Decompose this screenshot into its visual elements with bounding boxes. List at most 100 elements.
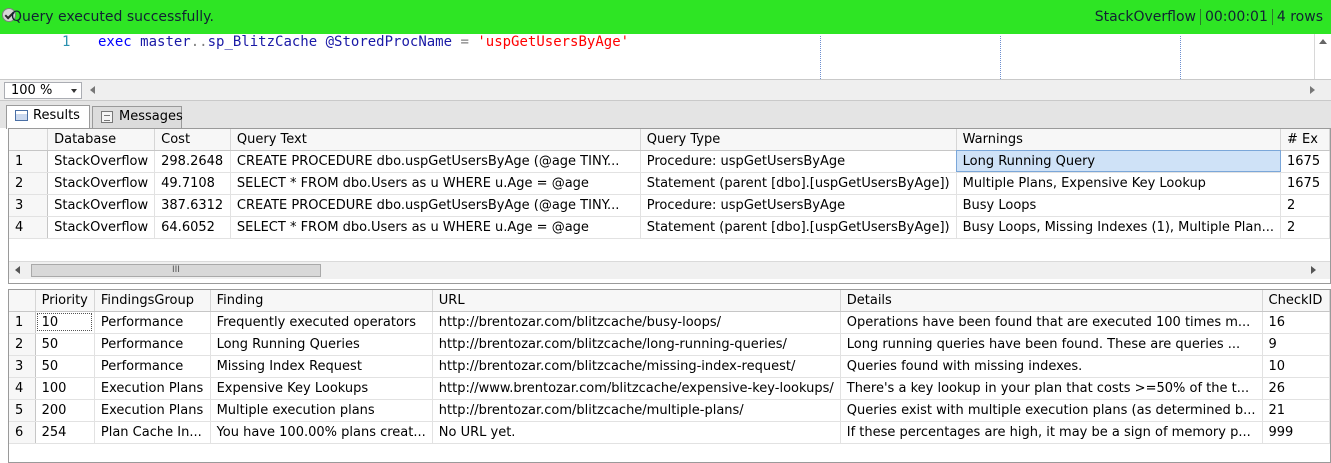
table-cell[interactable]: 49.7108 <box>154 172 231 195</box>
table-cell[interactable]: Operations have been found that are exec… <box>840 311 1263 334</box>
table-cell[interactable]: 16 <box>1262 311 1330 334</box>
table-cell[interactable]: Expensive Key Lookups <box>210 377 433 400</box>
table-cell[interactable]: If these percentages are high, it may be… <box>840 421 1263 444</box>
zoom-select[interactable]: 100 % <box>4 82 82 99</box>
table-cell[interactable]: StackOverflow <box>47 150 156 173</box>
row-number-header[interactable] <box>9 290 36 312</box>
table-cell[interactable]: http://brentozar.com/blitzcache/missing-… <box>432 355 841 378</box>
table-cell[interactable]: Busy Loops, Missing Indexes (1), Multipl… <box>956 216 1282 239</box>
table-cell[interactable]: Busy Loops <box>956 194 1282 217</box>
table-cell[interactable]: Missing Index Request <box>210 355 433 378</box>
row-number[interactable]: 2 <box>9 172 49 195</box>
table-cell[interactable]: Execution Plans <box>94 399 211 422</box>
table-row[interactable]: 5 200 Execution Plans Multiple execution pl… <box>9 399 1330 422</box>
scroll-left-icon[interactable] <box>15 266 20 274</box>
table-cell[interactable]: StackOverflow <box>47 194 156 217</box>
column-header[interactable]: Finding <box>210 290 433 312</box>
table-cell[interactable]: Long running queries have been found. Th… <box>840 333 1263 356</box>
table-cell[interactable]: http://brentozar.com/blitzcache/multiple… <box>432 399 841 422</box>
table-cell[interactable]: Multiple Plans, Expensive Key Lookup <box>956 172 1282 195</box>
table-cell[interactable]: 298.2648 <box>154 150 231 173</box>
table-cell[interactable]: You have 100.00% plans creat... <box>210 421 433 444</box>
table-cell[interactable]: 999 <box>1262 421 1330 444</box>
table-cell[interactable]: 1675 <box>1280 172 1330 195</box>
row-number[interactable]: 1 <box>9 311 36 334</box>
table-row[interactable]: 1 StackOverflow 298.2648 CREATE PROCEDURE d… <box>9 150 1330 173</box>
table-cell[interactable]: http://www.brentozar.com/blitzcache/expe… <box>432 377 841 400</box>
column-header[interactable]: Database <box>47 129 156 151</box>
table-cell[interactable]: Procedure: uspGetUsersByAge <box>640 194 957 217</box>
row-number[interactable]: 3 <box>9 355 36 378</box>
table-cell[interactable]: 64.6052 <box>154 216 231 239</box>
row-number[interactable]: 2 <box>9 333 36 356</box>
table-row[interactable]: 1 10 Performance Frequently executed operat… <box>9 311 1330 334</box>
horizontal-scrollbar[interactable]: III <box>9 261 1330 279</box>
table-cell[interactable]: Execution Plans <box>94 377 211 400</box>
table-row[interactable]: 3 50 Performance Missing Index Request http:… <box>9 355 1330 378</box>
tab-results[interactable]: Results <box>6 105 90 129</box>
column-header[interactable]: CheckID <box>1262 290 1330 312</box>
table-cell[interactable]: http://brentozar.com/blitzcache/long-run… <box>432 333 841 356</box>
table-cell[interactable]: 50 <box>35 355 95 378</box>
code-line[interactable]: exec master..sp_BlitzCache @StoredProcNa… <box>98 34 629 50</box>
scroll-up-icon[interactable] <box>1319 39 1327 44</box>
column-header[interactable]: Warnings <box>956 129 1282 151</box>
table-cell[interactable]: StackOverflow <box>47 216 156 239</box>
table-row[interactable]: 4 100 Execution Plans Expensive Key Lookups… <box>9 377 1330 400</box>
table-cell[interactable]: Long Running Queries <box>210 333 433 356</box>
scroll-right-icon[interactable] <box>1310 86 1315 94</box>
scroll-left-icon[interactable] <box>90 86 95 94</box>
column-header[interactable]: Query Text <box>230 129 641 151</box>
table-cell[interactable]: Performance <box>94 333 211 356</box>
editor-vertical-scrollbar[interactable] <box>1314 34 1331 79</box>
table-row[interactable]: 3 StackOverflow 387.6312 CREATE PROCEDURE d… <box>9 194 1330 217</box>
table-row[interactable]: 4 StackOverflow 64.6052 SELECT * FROM dbo.U… <box>9 216 1330 239</box>
column-header[interactable]: Query Type <box>640 129 957 151</box>
table-cell[interactable]: No URL yet. <box>432 421 841 444</box>
table-cell[interactable]: StackOverflow <box>47 172 156 195</box>
row-number[interactable]: 5 <box>9 399 36 422</box>
row-number[interactable]: 3 <box>9 194 49 217</box>
table-cell[interactable]: 2 <box>1280 194 1330 217</box>
table-cell[interactable]: 254 <box>35 421 95 444</box>
chevron-down-icon[interactable] <box>71 89 77 93</box>
table-cell[interactable]: Queries found with missing indexes. <box>840 355 1263 378</box>
row-number[interactable]: 6 <box>9 421 36 444</box>
table-cell[interactable]: CREATE PROCEDURE dbo.uspGetUsersByAge (@… <box>230 150 641 173</box>
table-cell[interactable]: 387.6312 <box>154 194 231 217</box>
table-cell[interactable]: 21 <box>1262 399 1330 422</box>
table-cell[interactable]: Statement (parent [dbo].[uspGetUsersByAg… <box>640 216 957 239</box>
table-cell[interactable]: 200 <box>35 399 95 422</box>
table-cell[interactable]: Frequently executed operators <box>210 311 433 334</box>
table-cell[interactable]: 50 <box>35 333 95 356</box>
column-header[interactable]: # Ex <box>1280 129 1330 151</box>
scroll-thumb[interactable]: III <box>31 264 321 277</box>
table-cell[interactable]: 1675 <box>1280 150 1330 173</box>
table-cell[interactable]: Performance <box>94 355 211 378</box>
table-cell[interactable]: 9 <box>1262 333 1330 356</box>
table-cell[interactable]: SELECT * FROM dbo.Users as u WHERE u.Age… <box>230 172 641 195</box>
table-cell[interactable]: SELECT * FROM dbo.Users as u WHERE u.Age… <box>230 216 641 239</box>
row-number-header[interactable] <box>9 129 49 151</box>
table-cell[interactable]: Procedure: uspGetUsersByAge <box>640 150 957 173</box>
table-row[interactable]: 2 50 Performance Long Running Queries http:/… <box>9 333 1330 356</box>
table-cell[interactable]: 26 <box>1262 377 1330 400</box>
table-cell[interactable]: Performance <box>94 311 211 334</box>
row-number[interactable]: 4 <box>9 377 36 400</box>
column-header[interactable]: FindingsGroup <box>94 290 211 312</box>
table-cell[interactable]: 100 <box>35 377 95 400</box>
table-row[interactable]: 2 StackOverflow 49.7108 SELECT * FROM dbo.U… <box>9 172 1330 195</box>
row-number[interactable]: 4 <box>9 216 49 239</box>
table-cell[interactable]: Long Running Query <box>956 150 1282 173</box>
column-header[interactable]: Priority <box>35 290 95 312</box>
table-cell[interactable]: Multiple execution plans <box>210 399 433 422</box>
table-cell[interactable]: 10 <box>35 311 95 334</box>
scroll-right-icon[interactable] <box>1311 266 1316 274</box>
table-cell[interactable]: 2 <box>1280 216 1330 239</box>
table-cell[interactable]: There's a key lookup in your plan that c… <box>840 377 1263 400</box>
table-row[interactable]: 6 254 Plan Cache In... You have 100.00% pla… <box>9 421 1330 444</box>
table-cell[interactable]: Statement (parent [dbo].[uspGetUsersByAg… <box>640 172 957 195</box>
tab-messages[interactable]: Messages <box>92 106 183 128</box>
query-editor[interactable]: 1 exec master..sp_BlitzCache @StoredProc… <box>0 34 1331 79</box>
results-grid-2[interactable]: Priority FindingsGroup Finding URL Details Ch… <box>8 289 1331 463</box>
